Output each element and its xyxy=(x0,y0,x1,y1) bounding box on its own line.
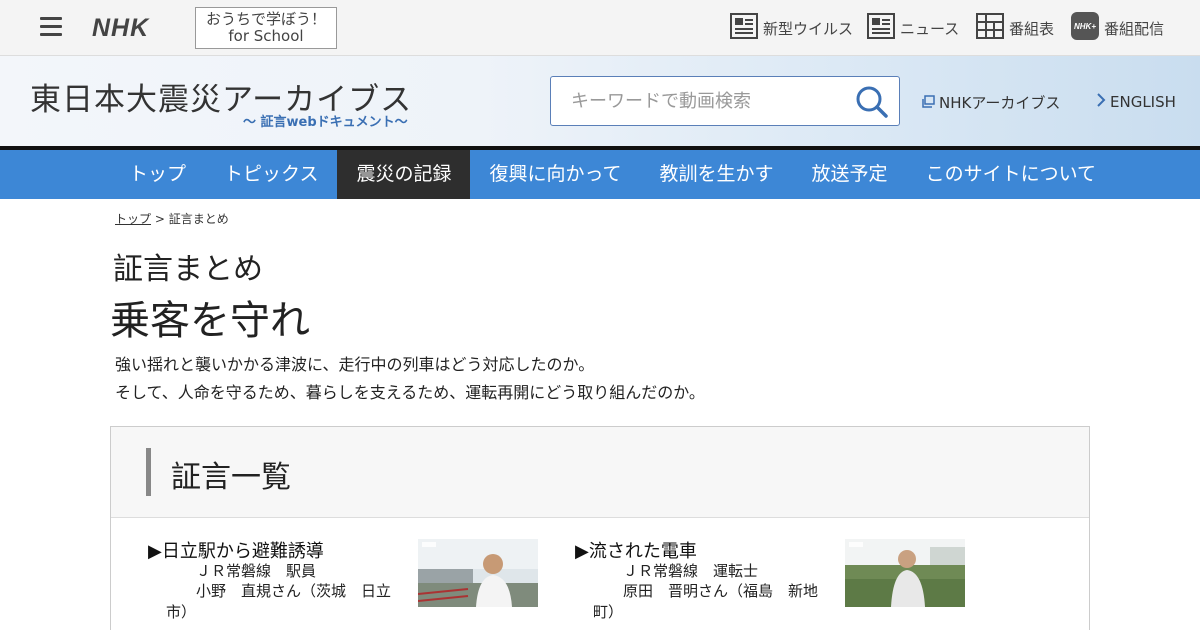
video-thumbnail-icon[interactable] xyxy=(418,539,538,607)
heading-accent-bar xyxy=(146,448,151,496)
breadcrumb-home[interactable]: トップ xyxy=(115,212,151,226)
menu-icon[interactable] xyxy=(40,17,62,37)
breadcrumb-current: 証言まとめ xyxy=(168,212,229,226)
toplink-streaming[interactable]: NHK+ 番組配信 xyxy=(1071,12,1165,44)
nhk-global-bar: NHK おうちで学ぼう！ for School 新型ウイルス ニュース 番組表 … xyxy=(0,0,1200,56)
nhk-logo[interactable]: NHK xyxy=(92,14,149,43)
for-school-label-1: おうちで学ぼう！ xyxy=(205,10,326,28)
search-icon[interactable] xyxy=(855,85,889,119)
global-nav: トップ トピックス 震災の記録 復興に向かって 教訓を生かす 放送予定 このサイ… xyxy=(0,150,1200,199)
testimony-role: ＪＲ常磐線 駅員 xyxy=(196,562,317,580)
svg-text:NHK+: NHK+ xyxy=(1074,22,1096,31)
section-label: 証言まとめ xyxy=(113,252,263,287)
testimony-list-header: 証言一覧 xyxy=(111,427,1089,518)
nav-item-topics[interactable]: トピックス xyxy=(205,150,337,199)
video-thumbnail-icon[interactable] xyxy=(845,539,965,607)
breadcrumb-separator: > xyxy=(154,212,165,226)
archive-header: 東日本大震災アーカイブス 〜 証言webドキュメント〜 NHKアーカイブス EN… xyxy=(0,56,1200,146)
external-link-icon xyxy=(922,94,935,112)
breadcrumb: トップ > 証言まとめ xyxy=(115,210,229,227)
page-title: 乗客を守れ xyxy=(110,298,310,344)
lead-line-1: 強い揺れと襲いかかる津波に、走行中の列車はどう対応したのか。 xyxy=(115,355,595,374)
toplink-program-table-label: 番組表 xyxy=(1009,19,1055,38)
search-box xyxy=(550,76,900,126)
for-school-link[interactable]: おうちで学ぼう！ for School xyxy=(195,7,337,49)
toplink-virus[interactable]: 新型ウイルス xyxy=(730,13,854,43)
nhk-plus-icon: NHK+ xyxy=(1071,12,1099,44)
lead-line-2: そして、人命を守るため、暮らしを支えるため、運転再開にどう取り組んだのか。 xyxy=(115,383,705,402)
testimony-list: 証言一覧 ▶日立駅から避難誘導 ＪＲ常磐線 駅員 小野 直規さん（茨城 日立市）… xyxy=(110,426,1090,630)
nav-item-schedule[interactable]: 放送予定 xyxy=(793,150,907,199)
english-label: ENGLISH xyxy=(1110,93,1176,111)
nav-item-top[interactable]: トップ xyxy=(110,150,205,199)
for-school-label-2: for School xyxy=(228,27,304,45)
toplink-virus-label: 新型ウイルス xyxy=(763,19,854,38)
search-input[interactable] xyxy=(551,77,841,125)
nav-item-records[interactable]: 震災の記録 xyxy=(337,150,471,199)
testimony-list-heading: 証言一覧 xyxy=(171,460,291,495)
nav-item-about[interactable]: このサイトについて xyxy=(907,150,1115,199)
program-table-icon xyxy=(976,13,1004,43)
site-subtitle: 〜 証言webドキュメント〜 xyxy=(243,115,408,130)
nav-item-recovery[interactable]: 復興に向かって xyxy=(470,150,640,199)
nhk-archives-label: NHKアーカイブス xyxy=(939,94,1061,112)
toplink-streaming-label: 番組配信 xyxy=(1104,19,1165,38)
toplink-news-label: ニュース xyxy=(900,19,960,38)
news-grid-icon xyxy=(730,13,758,43)
english-link[interactable]: ENGLISH xyxy=(1096,92,1176,112)
nhk-archives-link[interactable]: NHKアーカイブス xyxy=(922,92,1060,113)
chevron-right-icon xyxy=(1096,92,1106,112)
newspaper-icon xyxy=(867,13,895,43)
toplink-program-table[interactable]: 番組表 xyxy=(976,13,1055,43)
testimony-role: ＪＲ常磐線 運転士 xyxy=(623,562,759,580)
nav-item-lessons[interactable]: 教訓を生かす xyxy=(641,150,793,199)
lead-text: 強い揺れと襲いかかる津波に、走行中の列車はどう対応したのか。 そして、人命を守る… xyxy=(115,351,705,407)
testimony-person: 小野 直規さん（茨城 日立市） xyxy=(166,582,392,621)
toplink-news[interactable]: ニュース xyxy=(867,13,960,43)
testimony-person: 原田 晋明さん（福島 新地町） xyxy=(593,582,819,621)
